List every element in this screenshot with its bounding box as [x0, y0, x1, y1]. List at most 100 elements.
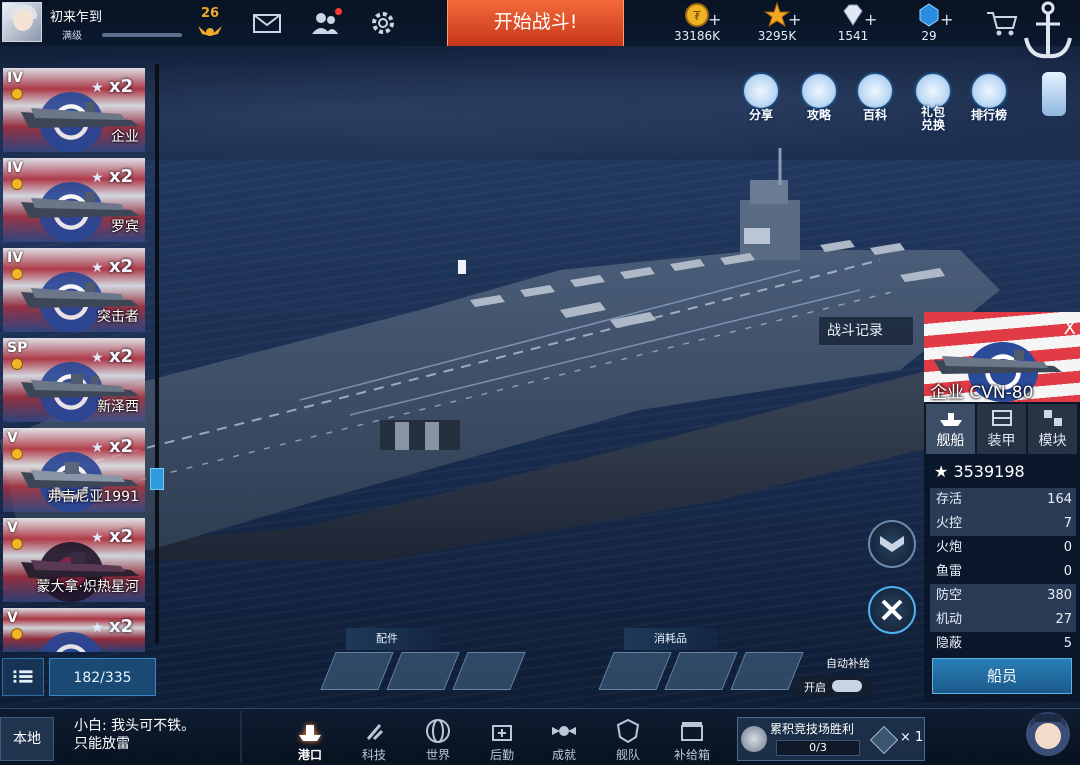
diamond-resource[interactable]: + 1541 [818, 2, 888, 44]
scrollbar-thumb[interactable] [150, 468, 164, 490]
crew-button[interactable]: 船员 [932, 658, 1072, 694]
logistics-icon [492, 725, 512, 741]
star-icon: ★ [91, 260, 104, 276]
player-level: 满级 [62, 31, 82, 42]
list-menu-button[interactable] [2, 658, 44, 696]
shop-cart-icon[interactable] [984, 6, 1020, 40]
stat-row: 存活 164 [930, 488, 1076, 512]
gold-coin-icon: ₮ [685, 3, 709, 27]
friends-icon[interactable] [310, 8, 344, 38]
list-icon [13, 670, 33, 683]
arena-medal-icon [741, 726, 767, 752]
strategy-icon [800, 72, 838, 110]
gold-resource[interactable]: ₮ + 33186K [662, 2, 732, 44]
rank-badge[interactable]: 26 [193, 6, 227, 40]
combat-power: ★ 3539198 [934, 462, 1025, 481]
stat-row: 隐蔽 5 [936, 636, 1072, 651]
anchor-icon[interactable] [1020, 0, 1076, 62]
rank-number: 26 [200, 6, 220, 21]
nav-supply-box[interactable]: 补给箱 [664, 713, 720, 765]
nav-logistics[interactable]: 后勤 [474, 713, 530, 765]
medal-icon [11, 628, 23, 640]
tab-ship[interactable]: 舰船 [926, 404, 975, 454]
ship-info-panel: X 企业 CVN-80 舰船 装甲 模块 ★ 3539198 存活 164 火控 7… [924, 312, 1080, 702]
nav-world[interactable]: 世界 [410, 713, 466, 765]
arena-win-task[interactable]: 累积竞技场胜利 0/3 × 1 [737, 717, 925, 761]
player-name: 初来乍到 [50, 10, 103, 25]
nav-tech[interactable]: 科技 [346, 713, 402, 765]
rank-chevron-button[interactable] [868, 520, 916, 568]
local-chat-button[interactable]: 本地 [0, 717, 54, 761]
crystal-icon [919, 3, 939, 27]
nav-port[interactable]: 港口 [282, 713, 338, 765]
tech-icon [366, 724, 384, 741]
nav-achievements[interactable]: 成就 [536, 713, 592, 765]
ship-list-scrollbar[interactable] [155, 64, 159, 644]
ship-count-button[interactable]: 182/335 [49, 658, 156, 696]
ship-icon [934, 350, 1062, 374]
fleet-shield-icon [616, 718, 640, 744]
nav-fleet[interactable]: 舰队 [600, 713, 656, 765]
star-resource[interactable]: + 3295K [742, 2, 812, 44]
reward-gem-icon [869, 725, 899, 755]
ship-card[interactable]: V ★ x2 蒙大拿·炽热星河 [3, 518, 145, 602]
close-icon[interactable]: X [1064, 318, 1076, 339]
assistant-avatar[interactable] [1020, 704, 1076, 763]
star-icon [764, 2, 790, 28]
gift-redeem-button[interactable]: 礼包 兑换 [910, 72, 956, 132]
crystal-resource[interactable]: + 29 [894, 2, 964, 44]
stat-row: 防空 380 [930, 584, 1076, 608]
star-icon: ★ [91, 80, 104, 96]
stat-row: 鱼雷 0 [936, 564, 1072, 579]
share-icon [742, 72, 780, 110]
ship-title: 企业 CVN-80 [930, 383, 1034, 402]
settings-gear-icon[interactable] [368, 8, 402, 38]
start-battle-button[interactable]: 开始战斗! [447, 0, 624, 46]
star-icon: ★ [934, 462, 954, 481]
star-icon: ★ [91, 440, 104, 456]
ship-card[interactable]: V ★ x2 弗吉尼亚1991 [3, 428, 145, 512]
battle-log-button[interactable]: 战斗记录 [818, 316, 914, 346]
ship-card[interactable]: SP ★ x2 新泽西 [3, 338, 145, 422]
consumables-label: 消耗品 [624, 628, 718, 650]
chevron-rank-icon [880, 536, 904, 552]
panel-tabs: 舰船 装甲 模块 [926, 404, 1078, 456]
auto-supply-label: 自动补给 [826, 657, 870, 670]
tab-armor[interactable]: 装甲 [977, 404, 1026, 454]
player-avatar[interactable] [2, 2, 42, 42]
strategy-button[interactable]: 攻略 [796, 72, 842, 126]
mail-icon[interactable] [252, 8, 286, 38]
star-icon: ★ [91, 350, 104, 366]
achievement-wings-icon [552, 726, 576, 736]
repair-button[interactable] [868, 586, 916, 634]
star-icon: ★ [91, 620, 104, 636]
svg-text:₮: ₮ [693, 9, 701, 23]
diamond-icon [843, 4, 863, 26]
stat-row: 火控 7 [930, 512, 1076, 536]
ship-tab-icon [939, 413, 962, 426]
ship-card[interactable]: IV ★ x2 突击者 [3, 248, 145, 332]
module-tab-icon [1043, 410, 1062, 426]
aircraft-carrier-model [0, 148, 1000, 560]
globe-icon [426, 719, 450, 743]
ship-card[interactable]: IV ★ x2 罗宾 [3, 158, 145, 242]
stat-row: 火炮 0 [936, 540, 1072, 555]
notification-dot [335, 8, 342, 15]
leaderboard-button[interactable]: 排行榜 [966, 72, 1012, 126]
ship-card[interactable]: V ★ x2 [3, 608, 145, 652]
share-button[interactable]: 分享 [738, 72, 784, 126]
top-bar: 初来乍到 满级 26 开始战斗! ₮ + 33186K + 3295K + 15… [0, 0, 1080, 59]
leaderboard-icon [970, 72, 1008, 110]
encyclopedia-icon [856, 72, 894, 110]
star-icon: ★ [91, 530, 104, 546]
tab-modules[interactable]: 模块 [1028, 404, 1077, 454]
bottom-bar: 本地 小白: 我头可不铁。 只能放雷 港口 科技 世界 后勤 成就 舰队 补给箱… [0, 708, 1080, 763]
expand-arrow-icon[interactable] [1042, 72, 1066, 116]
reward-count: × 1 [900, 730, 924, 745]
encyclopedia-button[interactable]: 百科 [852, 72, 898, 126]
ship-card[interactable]: IV ★ x2 企业 [3, 68, 145, 152]
supply-box-icon [681, 722, 703, 741]
port-icon [299, 725, 321, 741]
chat-preview[interactable]: 小白: 我头可不铁。 只能放雷 [74, 717, 195, 753]
auto-supply-toggle[interactable]: 开启 [794, 676, 872, 696]
